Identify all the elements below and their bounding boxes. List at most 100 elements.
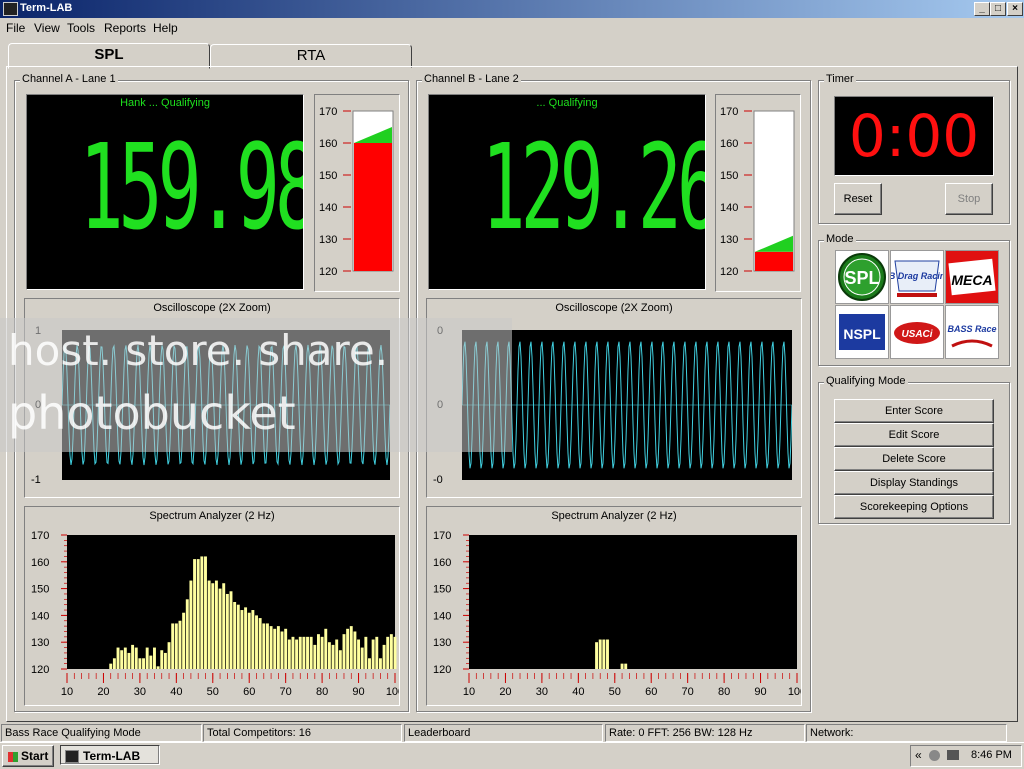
tab-rta[interactable]: RTA: [210, 44, 412, 68]
channel-a-spec-xtick-label: 60: [243, 686, 255, 698]
channel-a-spec-bar: [306, 636, 309, 669]
menu-file[interactable]: File: [6, 21, 25, 35]
channel-b-meter-fill: [755, 251, 793, 271]
display-standings-button[interactable]: Display Standings: [834, 471, 994, 495]
channel-a-spec-ytick-label: 170: [31, 530, 49, 542]
channel-a-spec-bar: [273, 628, 277, 669]
channel-a-spec-bar: [211, 583, 215, 669]
mode-nspl-text: NSPL: [843, 326, 881, 342]
channel-a-spec-bar: [375, 636, 379, 669]
channel-b-meter-tick-label: 140: [720, 202, 738, 214]
app-icon: [3, 2, 18, 16]
channel-a-spec-bar: [371, 639, 375, 669]
mode-nspl-tile[interactable]: NSPL: [835, 305, 889, 359]
speaker-icon[interactable]: [929, 750, 940, 761]
channel-a-spec-bar: [244, 607, 248, 669]
channel-a-spec-bar: [247, 612, 251, 669]
channel-a-spec-bar: [360, 647, 364, 669]
delete-score-button[interactable]: Delete Score: [834, 447, 994, 471]
channel-a-spec-bar: [349, 626, 353, 669]
status-leaderboard: Leaderboard: [404, 724, 603, 742]
channel-a-spec-bar: [112, 658, 116, 669]
mode-dbdrag-tile[interactable]: dB Drag Racing: [890, 250, 944, 304]
enter-score-button[interactable]: Enter Score: [834, 399, 994, 423]
channel-a-spec-bar: [207, 580, 211, 669]
mode-bass-tile[interactable]: BASS Race: [945, 305, 999, 359]
channel-b-spec-ytick-label: 130: [433, 637, 451, 649]
stop-button[interactable]: Stop: [945, 183, 993, 215]
usaci-logo-icon: USACi: [891, 306, 943, 358]
channel-a-spec-bar: [382, 644, 386, 669]
channel-a-spec-bar: [218, 588, 222, 669]
channel-a-spec-bar: [196, 559, 200, 669]
channel-a-spec-bar: [145, 647, 149, 669]
mode-usaci-tile[interactable]: USACi: [890, 305, 944, 359]
channel-b-spec-bar: [598, 639, 602, 669]
mode-meca-text: MECA: [951, 272, 992, 288]
channel-b-spec-ytick-label: 170: [433, 530, 451, 542]
close-button[interactable]: ×: [1007, 2, 1023, 16]
maximize-button[interactable]: □: [990, 2, 1006, 16]
reset-button[interactable]: Reset: [834, 183, 882, 215]
channel-a-spec-bar: [251, 610, 255, 669]
menu-reports[interactable]: Reports: [104, 21, 146, 35]
channel-b-spec-ytick-label: 120: [433, 664, 451, 676]
channel-a-osc-title: Oscilloscope (2X Zoom): [153, 302, 271, 314]
status-competitors: Total Competitors: 16: [203, 724, 402, 742]
channel-a-spec-bar: [109, 663, 113, 669]
channel-b-spec-xtick-label: 60: [645, 686, 657, 698]
channel-a-spec-bar: [185, 599, 189, 669]
channel-a-meter-tick-label: 170: [319, 106, 337, 118]
channel-b-spectrum-chart: 120 130 140 150 160 170 10 20 30 40 50 60 70 80 90 100: [433, 530, 801, 698]
channel-a-spec-bar: [149, 655, 153, 669]
channel-b-spec-bar: [595, 642, 599, 669]
channel-a-spec-bar: [240, 610, 244, 669]
channel-a-spec-bar: [280, 631, 284, 669]
channel-b-spec-bar: [602, 639, 606, 669]
edit-score-button[interactable]: Edit Score: [834, 423, 994, 447]
channel-a-spec-bar: [368, 658, 371, 669]
channel-b-score: 129.26: [481, 118, 706, 256]
channel-a-spec-bar: [265, 623, 269, 669]
channel-a-spec-bar: [386, 636, 390, 669]
tray-expand-icon[interactable]: «: [915, 748, 922, 762]
channel-b-spec-ytick-label: 140: [433, 610, 451, 622]
channel-a-spec-bar: [357, 639, 361, 669]
network-icon[interactable]: [947, 750, 959, 760]
channel-b-level-meter: 170 160 150 140 130 120: [720, 106, 795, 278]
qualifying-label: Qualifying Mode: [824, 375, 908, 387]
mode-usaci-text: USACi: [901, 329, 932, 340]
start-button[interactable]: Start: [2, 745, 54, 767]
channel-a-spec-bar: [295, 639, 299, 669]
channel-b-spec-xtick-label: 90: [754, 686, 766, 698]
channel-a-spec-bar: [269, 626, 273, 669]
menu-view[interactable]: View: [34, 21, 60, 35]
channel-a-spec-bar: [171, 623, 175, 669]
channel-a-spec-bar: [378, 658, 382, 669]
status-rate: Rate: 0 FFT: 256 BW: 128 Hz: [605, 724, 805, 742]
channel-a-spec-bar: [160, 650, 164, 669]
channel-a-spec-bar: [320, 636, 324, 669]
channel-b-spec-bar: [606, 639, 609, 669]
channel-b-spec-xtick-label: 80: [718, 686, 730, 698]
channel-a-spec-bar: [225, 593, 229, 669]
channel-a-spec-bar: [313, 644, 317, 669]
channel-b-spec-ytick-label: 160: [433, 557, 451, 569]
taskbar-termlab-button[interactable]: Term-LAB: [60, 745, 160, 765]
channel-a-spec-bar: [287, 639, 291, 669]
channel-a-spec-bar: [138, 658, 142, 669]
channel-a-spec-bar: [120, 650, 124, 669]
mode-spl-tile[interactable]: SPL: [835, 250, 889, 304]
menu-help[interactable]: Help: [153, 21, 178, 35]
channel-a-spec-xtick-label: 10: [61, 686, 73, 698]
scorekeeping-options-button[interactable]: Scorekeeping Options: [834, 495, 994, 519]
channel-b-meter-tick-label: 130: [720, 234, 738, 246]
menu-tools[interactable]: Tools: [67, 21, 95, 35]
channel-a-spec-bar: [298, 636, 302, 669]
channel-a-spec-xtick-label: 100: [386, 686, 399, 698]
mode-meca-tile[interactable]: MECA: [945, 250, 999, 304]
channel-a-spec-bar: [353, 631, 357, 669]
channel-a-spec-bar: [163, 652, 167, 669]
timer-label: Timer: [824, 73, 856, 85]
minimize-button[interactable]: _: [974, 2, 990, 16]
